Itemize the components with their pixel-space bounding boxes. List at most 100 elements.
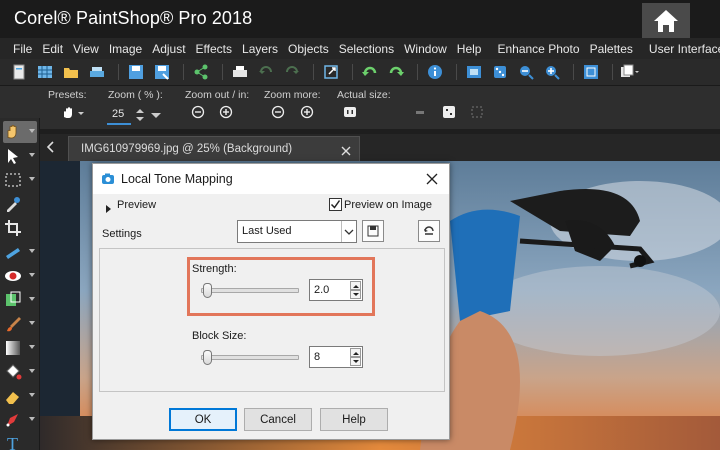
menu-edit[interactable]: Edit [37,42,68,56]
preview-on-image-checkbox[interactable] [329,198,342,211]
paint-brush-tool[interactable] [3,313,37,335]
menu-bar: File Edit View Image Adjust Effects Laye… [0,38,720,59]
crop-tool[interactable] [3,217,37,239]
preset-dropdown[interactable]: Last Used [237,220,357,243]
actual-size-button[interactable] [343,105,357,124]
zoom-more-out-button[interactable] [271,105,285,124]
block-size-slider-thumb[interactable] [202,350,212,365]
zoom-out-icon[interactable] [515,61,537,83]
gradient-tool[interactable] [3,337,37,359]
preset-value: Last Used [242,225,292,237]
stepper-up-button[interactable] [350,348,361,357]
zoom-dropdown-arrow[interactable] [149,105,163,125]
eraser-tool[interactable] [3,385,37,407]
menu-selections[interactable]: Selections [334,42,399,56]
cancel-button[interactable]: Cancel [244,408,312,431]
share-icon[interactable] [190,61,212,83]
svg-text:T: T [7,434,18,450]
document-tab[interactable]: IMG610979969.jpg @ 25% (Background) [68,136,360,161]
tab-scroll-left-button[interactable] [46,140,56,159]
menu-objects[interactable]: Objects [283,42,334,56]
zoom-percent-stepper[interactable]: 25 [107,105,163,125]
stepper-down-button[interactable] [350,357,361,366]
red-eye-icon [5,271,21,281]
fit-window-icon [416,111,424,114]
dropper-tool[interactable] [3,193,37,215]
grid-icon[interactable] [34,61,56,83]
dice-icon[interactable] [489,61,511,83]
save-preset-button[interactable] [362,220,384,242]
menu-user-interface[interactable]: User Interface [644,42,720,56]
pick-tool[interactable] [3,145,37,167]
block-size-stepper[interactable]: 8 [309,346,363,368]
toolbar-divider [313,64,314,80]
fit-image-icon [443,106,455,118]
menu-image[interactable]: Image [104,42,147,56]
block-size-stepper-buttons[interactable] [350,348,361,366]
presets-dropdown[interactable] [60,105,86,126]
pan-tool[interactable] [3,121,37,143]
fit-icon[interactable] [580,61,602,83]
menu-window[interactable]: Window [399,42,452,56]
fit-window-button[interactable] [414,105,426,123]
text-tool[interactable]: T [3,432,37,450]
toolbar-divider [183,64,184,80]
clone-tool[interactable] [3,289,37,311]
straighten-tool[interactable] [3,241,37,263]
zoom-in-icon[interactable] [541,61,563,83]
fit-screen-button[interactable] [471,105,483,123]
tool-flyout-arrow [29,177,35,181]
home-button[interactable] [642,3,690,39]
tool-options-bar: Presets: Zoom ( % ): 25 Zoom out / in: Z… [0,85,720,129]
pen-tool[interactable] [3,409,37,431]
undo-history-icon[interactable] [359,61,381,83]
help-button[interactable]: Help [320,408,388,431]
close-icon [341,146,351,156]
menu-help[interactable]: Help [452,42,487,56]
redo-icon[interactable] [281,61,303,83]
preview-toggle[interactable] [105,201,113,219]
menu-palettes[interactable]: Palettes [585,42,638,56]
menu-file[interactable]: File [8,42,37,56]
pen-nib-icon [6,414,18,427]
menu-adjust[interactable]: Adjust [147,42,190,56]
fill-tool[interactable] [3,361,37,383]
document-tab-close-button[interactable] [341,143,351,161]
ok-button[interactable]: OK [169,408,237,431]
local-tone-mapping-dialog: Local Tone Mapping Preview Preview on Im… [92,163,450,440]
menu-view[interactable]: View [68,42,104,56]
open-folder-icon[interactable] [60,61,82,83]
block-size-slider[interactable] [201,355,299,360]
preset-dropdown-arrow[interactable] [341,221,356,242]
layers-icon[interactable] [619,61,641,83]
zoom-more-out-icon [271,105,285,119]
zoom-out-button[interactable] [191,105,205,124]
save-as-icon[interactable] [151,61,173,83]
print-icon[interactable] [229,61,251,83]
undo-icon[interactable] [255,61,277,83]
resize-icon[interactable] [320,61,342,83]
info-icon[interactable] [424,61,446,83]
reset-button[interactable] [418,220,440,242]
zoom-in-button[interactable] [219,105,233,124]
save-icon[interactable] [125,61,147,83]
actual-size-label: Actual size: [337,89,391,101]
fit-image-button[interactable] [442,105,456,124]
zoom-stepper-arrows[interactable] [135,105,145,125]
red-eye-tool[interactable] [3,265,37,287]
preview-label[interactable]: Preview [117,199,156,211]
crop-icon[interactable] [463,61,485,83]
redo-history-icon[interactable] [385,61,407,83]
app-title: Corel® PaintShop® Pro 2018 [14,8,253,28]
zoom-more-in-button[interactable] [300,105,314,124]
crop-tool-icon [5,220,21,236]
menu-effects[interactable]: Effects [191,42,237,56]
menu-enhance-photo[interactable]: Enhance Photo [492,42,584,56]
selection-tool[interactable] [3,169,37,191]
scan-icon[interactable] [86,61,108,83]
dialog-close-button[interactable] [423,170,441,188]
menu-layers[interactable]: Layers [237,42,283,56]
zoom-percent-input[interactable]: 25 [107,105,131,125]
dialog-title-bar: Local Tone Mapping [93,164,449,194]
new-file-icon[interactable] [8,61,30,83]
